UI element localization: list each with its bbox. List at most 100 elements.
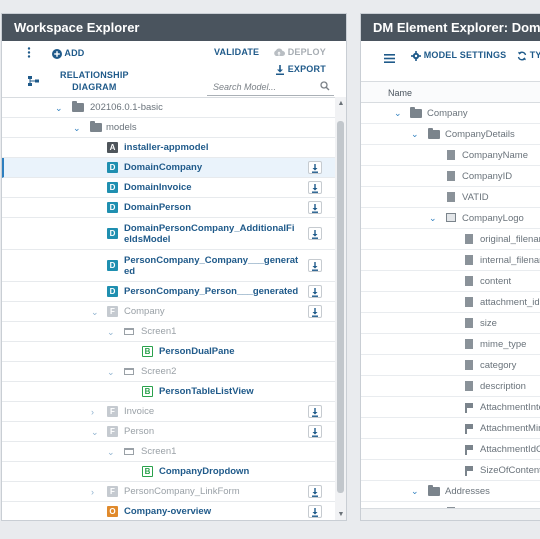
tree-row-business-object[interactable]: B PersonTableListView: [2, 382, 335, 402]
tree-row-form[interactable]: ⌄ F Person: [2, 422, 335, 442]
form-badge-icon: F: [107, 306, 118, 317]
tree-row-form[interactable]: › F Invoice: [2, 402, 335, 422]
dm-row-field[interactable]: VATID: [361, 187, 540, 208]
download-model-button[interactable]: [308, 285, 322, 298]
tree-row-screen[interactable]: ⌄ Screen2: [2, 362, 335, 382]
validate-button[interactable]: VALIDATE: [214, 47, 259, 57]
chevron-right-icon[interactable]: ›: [91, 402, 94, 422]
chevron-right-icon[interactable]: ›: [91, 482, 94, 502]
download-icon: [312, 307, 318, 317]
chevron-down-icon[interactable]: ⌄: [394, 103, 402, 124]
dm-row-group[interactable]: ⌄ Addresses: [361, 481, 540, 502]
model-settings-button[interactable]: MODEL SETTINGS: [411, 50, 506, 61]
download-model-button[interactable]: [308, 227, 322, 240]
download-icon: [312, 229, 318, 239]
flag-icon: [465, 424, 473, 434]
dm-row-field[interactable]: CompanyName: [361, 145, 540, 166]
folder-icon: [90, 121, 102, 132]
dm-label: AttachmentIntegrity: [480, 402, 540, 413]
tree-row-model[interactable]: D DomainPerson: [2, 198, 335, 218]
scroll-up-icon[interactable]: ▲: [336, 99, 346, 109]
tree-row-version[interactable]: ⌄ 202106.0.1-basic: [2, 98, 335, 118]
chevron-down-icon[interactable]: ⌄: [429, 208, 437, 229]
field-icon: [465, 339, 473, 349]
hamburger-menu-button[interactable]: [384, 50, 395, 68]
tree-row-form[interactable]: ⌄ F Company: [2, 302, 335, 322]
tree-row-model[interactable]: D DomainPersonCompany_AdditionalFieldsMo…: [2, 218, 335, 250]
chevron-down-icon[interactable]: ⌄: [107, 362, 115, 382]
dm-row-validation[interactable]: AttachmentIdOnly: [361, 439, 540, 460]
tree-row-model[interactable]: A installer-appmodel: [2, 138, 335, 158]
dm-row-validation[interactable]: AttachmentMinSize: [361, 418, 540, 439]
workspace-explorer-panel: Workspace Explorer ADD VALIDATE DEPLOY R…: [1, 13, 347, 521]
tree-row-model[interactable]: D PersonCompany_Company___generated: [2, 250, 335, 282]
business-badge-icon: B: [142, 386, 153, 397]
flag-icon: [465, 403, 473, 413]
download-model-button[interactable]: [308, 161, 322, 174]
tree-row-model-selected[interactable]: D DomainCompany: [2, 158, 335, 178]
chevron-down-icon[interactable]: ⌄: [73, 118, 81, 138]
scroll-down-icon[interactable]: ▼: [336, 510, 346, 520]
dm-row-field[interactable]: original_filename: [361, 229, 540, 250]
tree-row-model[interactable]: D PersonCompany_Person___generated: [2, 282, 335, 302]
download-icon: [312, 183, 318, 193]
dm-row-field[interactable]: category: [361, 355, 540, 376]
chevron-down-icon[interactable]: ⌄: [411, 124, 419, 145]
dm-row-validation[interactable]: AttachmentIntegrity: [361, 397, 540, 418]
image-icon: [446, 213, 456, 222]
chevron-down-icon[interactable]: ⌄: [411, 481, 419, 502]
chevron-down-icon[interactable]: ⌄: [91, 302, 99, 322]
dm-row-field[interactable]: mime_type: [361, 334, 540, 355]
download-icon: [312, 427, 318, 437]
download-icon: [276, 64, 284, 75]
dm-row-attachment[interactable]: ⌄ CompanyLogo: [361, 208, 540, 229]
tree-row-models[interactable]: ⌄ models: [2, 118, 335, 138]
download-model-button[interactable]: [308, 181, 322, 194]
type-button[interactable]: TY: [517, 50, 540, 61]
download-model-button[interactable]: [308, 425, 322, 438]
dm-row-field[interactable]: attachment_id: [361, 292, 540, 313]
download-model-button[interactable]: [308, 405, 322, 418]
download-model-button[interactable]: [308, 305, 322, 318]
tree-row-business-object[interactable]: B CompanyDropdown: [2, 462, 335, 482]
horizontal-scrollbar[interactable]: [361, 508, 540, 520]
download-icon: [312, 407, 318, 417]
tree-row-model[interactable]: D DomainInvoice: [2, 178, 335, 198]
chevron-down-icon[interactable]: ⌄: [107, 322, 115, 342]
dm-row-field[interactable]: internal_filename: [361, 250, 540, 271]
more-options-button[interactable]: [27, 47, 31, 58]
dm-row-field[interactable]: size: [361, 313, 540, 334]
download-model-button[interactable]: [308, 505, 322, 518]
download-model-button[interactable]: [308, 259, 322, 272]
tree-row-overview[interactable]: O Company-overview: [2, 502, 335, 520]
dm-row-field[interactable]: description: [361, 376, 540, 397]
deploy-label: DEPLOY: [287, 47, 326, 57]
name-column-header[interactable]: Name: [361, 81, 540, 103]
relationship-diagram-button[interactable]: RELATIONSHIP DIAGRAM: [60, 69, 129, 93]
chevron-down-icon[interactable]: ⌄: [55, 98, 63, 118]
dm-row-field[interactable]: content: [361, 271, 540, 292]
tree-row-business-object[interactable]: B PersonDualPane: [2, 342, 335, 362]
chevron-down-icon[interactable]: ⌄: [91, 422, 99, 442]
add-button[interactable]: ADD: [52, 48, 84, 59]
form-badge-icon: F: [107, 406, 118, 417]
sync-icon: [517, 51, 527, 61]
export-button[interactable]: EXPORT: [275, 64, 326, 75]
scrollbar-thumb[interactable]: [337, 121, 344, 493]
vertical-scrollbar[interactable]: ▲ ▼: [335, 97, 346, 520]
dm-row-validation[interactable]: SizeOfContentField: [361, 460, 540, 481]
search-model-input[interactable]: [207, 78, 334, 96]
download-model-button[interactable]: [308, 201, 322, 214]
dm-label: attachment_id: [480, 297, 540, 308]
tree-row-screen[interactable]: ⌄ Screen1: [2, 322, 335, 342]
flag-icon: [465, 445, 473, 455]
download-model-button[interactable]: [308, 485, 322, 498]
deploy-button[interactable]: DEPLOY: [273, 47, 326, 57]
dm-row-field[interactable]: CompanyID: [361, 166, 540, 187]
dm-row-group[interactable]: ⌄ CompanyDetails: [361, 124, 540, 145]
chevron-down-icon[interactable]: ⌄: [107, 442, 115, 462]
tree-row-screen[interactable]: ⌄ Screen1: [2, 442, 335, 462]
dm-row-entity[interactable]: ⌄ Company: [361, 103, 540, 124]
domain-model-badge-icon: D: [107, 182, 118, 193]
tree-row-form[interactable]: › F PersonCompany_LinkForm: [2, 482, 335, 502]
